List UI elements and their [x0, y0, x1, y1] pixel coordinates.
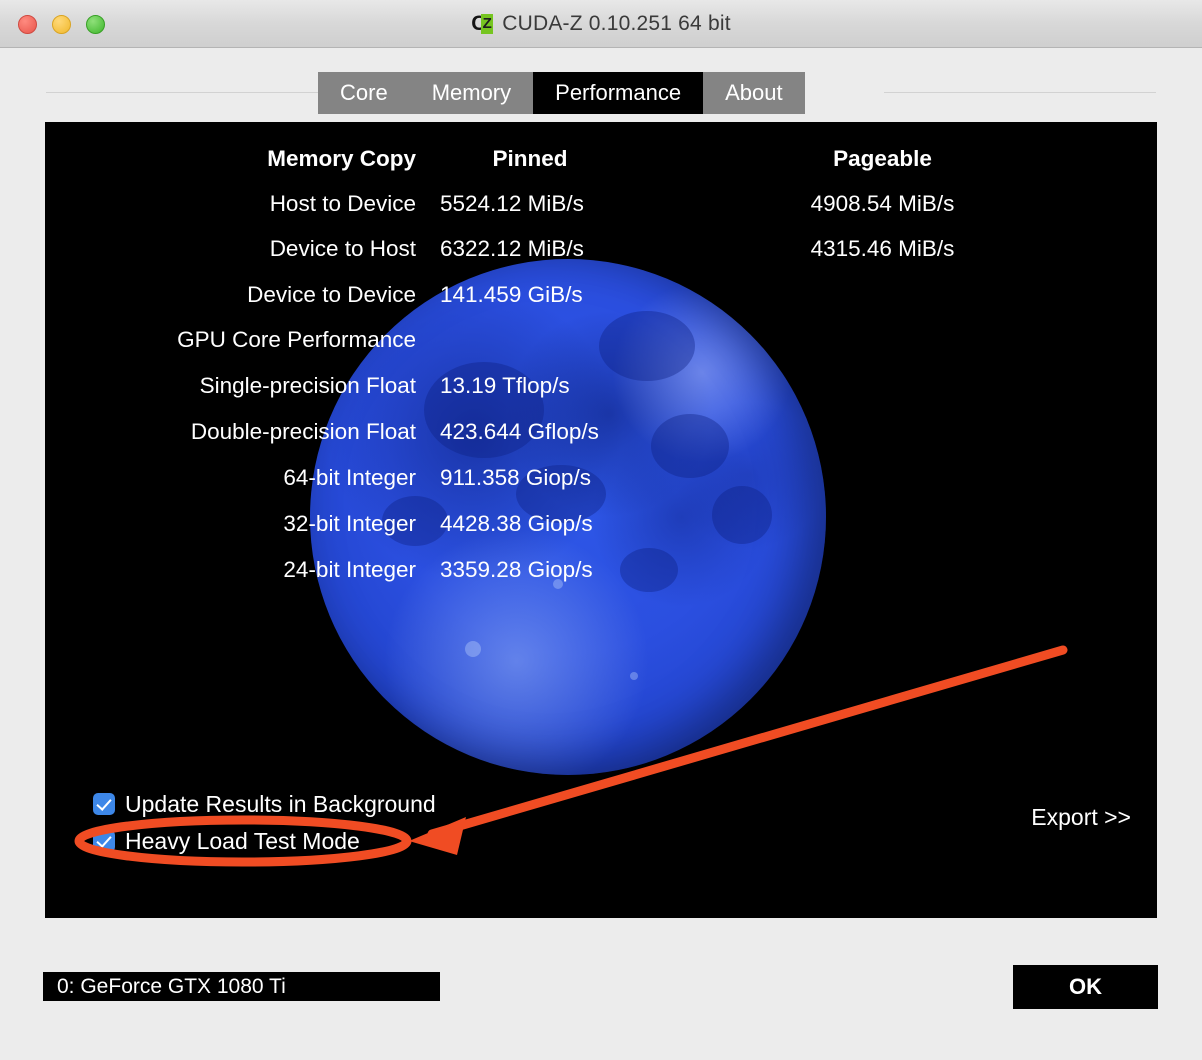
cz-logo-icon: CZ [471, 12, 494, 35]
table-row-device-to-device: Device to Device 141.459 GiB/s [45, 280, 1157, 310]
checkbox-label: Update Results in Background [125, 790, 436, 817]
tab-memory[interactable]: Memory [410, 72, 533, 114]
row-label: 24-bit Integer [283, 557, 416, 582]
row-value-pageable: 4908.54 MiB/s [810, 191, 955, 216]
tab-about[interactable]: About [703, 72, 805, 114]
table-row-64-bit-integer: 64-bit Integer 911.358 Giop/s [45, 463, 1157, 493]
row-label: Device to Host [269, 236, 416, 261]
table-row-32-bit-integer: 32-bit Integer 4428.38 Giop/s [45, 509, 1157, 539]
row-value-pageable: 4315.46 MiB/s [810, 236, 955, 261]
tab-core[interactable]: Core [318, 72, 410, 114]
column-header-pageable: Pageable [833, 146, 932, 171]
checkbox-heavy-load-test-mode[interactable]: Heavy Load Test Mode [93, 826, 360, 856]
gpu-core-header-label: GPU Core Performance [177, 327, 416, 352]
ok-button[interactable]: OK [1013, 965, 1158, 1009]
section-header-gpu-core-performance: GPU Core Performance [45, 325, 1157, 355]
row-value-pinned: 141.459 GiB/s [440, 282, 583, 307]
checkbox-icon[interactable] [93, 830, 115, 852]
tab-performance[interactable]: Performance [533, 72, 704, 114]
checkbox-label: Heavy Load Test Mode [125, 827, 360, 854]
window-titlebar: CZ CUDA-Z 0.10.251 64 bit [0, 0, 1202, 48]
memory-copy-header-label: Memory Copy [267, 146, 416, 171]
column-header-pinned: Pinned [492, 146, 568, 171]
table-row-double-precision-float: Double-precision Float 423.644 Gflop/s [45, 417, 1157, 447]
tabbar-rule-left [46, 92, 318, 93]
row-value: 13.19 Tflop/s [440, 373, 570, 398]
row-label: 32-bit Integer [283, 511, 416, 536]
row-label: Device to Device [247, 282, 416, 307]
performance-panel: Memory Copy Pinned Pageable Host to Devi… [45, 122, 1157, 918]
checkbox-icon[interactable] [93, 793, 115, 815]
row-value: 423.644 Gflop/s [440, 419, 599, 444]
row-value-pinned: 5524.12 MiB/s [440, 191, 584, 216]
export-button[interactable]: Export >> [1031, 804, 1131, 831]
row-value: 911.358 Giop/s [440, 465, 591, 490]
device-selector[interactable]: 0: GeForce GTX 1080 Ti [43, 972, 440, 1001]
row-value-pinned: 6322.12 MiB/s [440, 236, 584, 261]
tabbar-rule-right [884, 92, 1156, 93]
row-label: Host to Device [269, 191, 416, 216]
table-header-memory-copy: Memory Copy Pinned Pageable [45, 144, 1157, 174]
window-title: CUDA-Z 0.10.251 64 bit [502, 12, 731, 35]
row-value: 3359.28 Giop/s [440, 557, 593, 582]
table-row-single-precision-float: Single-precision Float 13.19 Tflop/s [45, 371, 1157, 401]
table-row-24-bit-integer: 24-bit Integer 3359.28 Giop/s [45, 555, 1157, 585]
checkbox-update-results-in-background[interactable]: Update Results in Background [93, 789, 436, 819]
row-value: 4428.38 Giop/s [440, 511, 593, 536]
row-label: 64-bit Integer [283, 465, 416, 490]
tabbar: Core Memory Performance About [318, 72, 805, 114]
window-title-group: CZ CUDA-Z 0.10.251 64 bit [0, 0, 1202, 48]
table-row-device-to-host: Device to Host 6322.12 MiB/s 4315.46 MiB… [45, 234, 1157, 264]
row-label: Double-precision Float [190, 419, 416, 444]
row-label: Single-precision Float [199, 373, 416, 398]
table-row-host-to-device: Host to Device 5524.12 MiB/s 4908.54 MiB… [45, 189, 1157, 219]
